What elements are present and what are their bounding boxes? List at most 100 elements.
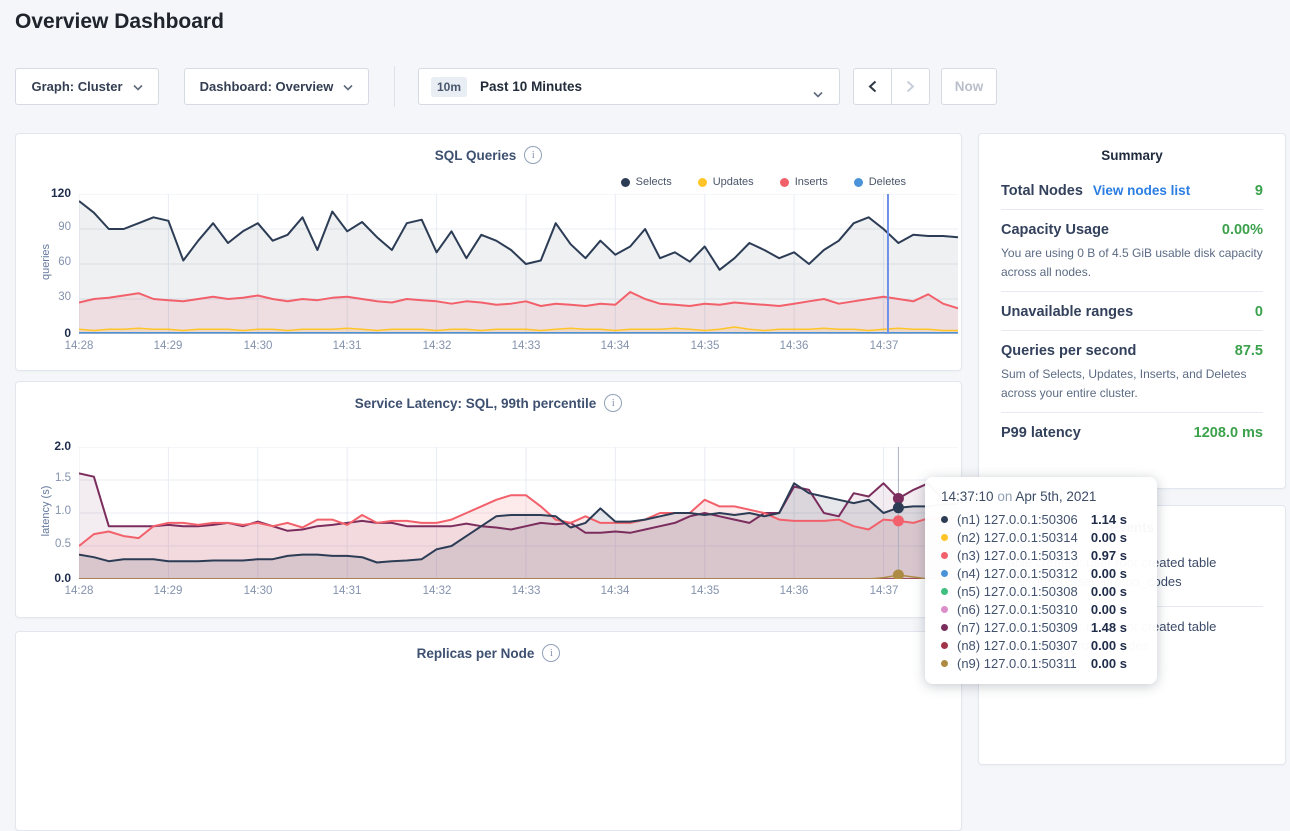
tooltip-node-label: (n5) 127.0.0.1:50308 bbox=[957, 584, 1078, 599]
replicas-chart-card: Replicas per Node i bbox=[15, 631, 962, 831]
chevron-down-icon bbox=[133, 78, 143, 96]
x-tick-label: 14:36 bbox=[770, 585, 818, 597]
summary-row-value: 0 bbox=[1255, 304, 1263, 320]
info-icon[interactable]: i bbox=[542, 644, 560, 662]
range-badge: 10m bbox=[431, 77, 467, 97]
y-tick-label: 2.0 bbox=[16, 439, 71, 453]
latency-plot-region: 0.0 0.5 1.0 1.5 2.0 14:28 14:29 14:30 14:31 14:32… bbox=[16, 382, 961, 617]
tooltip-node-label: (n6) 127.0.0.1:50310 bbox=[957, 602, 1078, 617]
tooltip-row: (n2) 127.0.0.1:503140.00 s bbox=[941, 528, 1157, 546]
sql-queries-chart-card: SQL Queries i SelectsUpdatesInsertsDelet… bbox=[15, 133, 962, 371]
tooltip-rows: (n1) 127.0.0.1:50306 1.14 s(n2) 127.0.0.1… bbox=[941, 510, 1157, 672]
x-tick-label: 14:35 bbox=[681, 340, 729, 352]
latency-chart-card: Service Latency: SQL, 99th percentile i … bbox=[15, 381, 962, 618]
tooltip-node-label: (n9) 127.0.0.1:50311 bbox=[957, 656, 1077, 671]
tooltip-node-value: 0.00 s bbox=[1091, 530, 1157, 545]
chevron-down-icon bbox=[343, 78, 353, 96]
y-tick-label: 1.0 bbox=[16, 505, 71, 517]
divider bbox=[394, 66, 395, 107]
tooltip-node-label: (n7) 127.0.0.1:50309 bbox=[957, 620, 1078, 635]
x-tick-label: 14:36 bbox=[770, 340, 818, 352]
dashboard-dropdown[interactable]: Dashboard: Overview bbox=[184, 68, 369, 105]
now-button[interactable]: Now bbox=[941, 68, 997, 105]
x-tick-label: 14:31 bbox=[323, 340, 371, 352]
summary-row-value: 87.5 bbox=[1235, 343, 1263, 359]
chevron-down-icon bbox=[813, 85, 823, 103]
x-tick-label: 14:34 bbox=[591, 340, 639, 352]
tooltip-node-value: 0.97 s bbox=[1091, 548, 1157, 563]
tooltip-node-value: 0.00 s bbox=[1091, 638, 1157, 653]
tooltip-node-label: (n3) 127.0.0.1:50313 bbox=[957, 548, 1078, 563]
series-dot-icon bbox=[941, 552, 948, 559]
tooltip-node-value: 0.00 s bbox=[1091, 566, 1157, 581]
series-dot-icon bbox=[941, 606, 948, 613]
x-tick-label: 14:31 bbox=[323, 585, 371, 597]
summary-row: Queries per second 87.5 bbox=[1001, 331, 1263, 369]
summary-row: Total Nodes View nodes list 9 bbox=[1001, 171, 1263, 209]
summary-row-title: Total Nodes bbox=[1001, 183, 1083, 199]
tooltip-row: (n6) 127.0.0.1:50310 0.00 s bbox=[941, 600, 1157, 618]
tooltip-row: (n7) 127.0.0.1:50309 1.48 s bbox=[941, 618, 1157, 636]
tooltip-row: (n5) 127.0.0.1:50308 0.00 s bbox=[941, 582, 1157, 600]
tooltip-node-value: 1.48 s bbox=[1091, 620, 1157, 635]
y-tick-label: 0 bbox=[16, 326, 71, 340]
y-tick-label: 60 bbox=[16, 256, 71, 268]
view-nodes-link[interactable]: View nodes list bbox=[1093, 183, 1190, 198]
series-dot-icon bbox=[941, 534, 948, 541]
prev-range-button[interactable] bbox=[854, 69, 891, 104]
summary-heading: Summary bbox=[979, 134, 1285, 171]
x-tick-label: 14:29 bbox=[144, 585, 192, 597]
series-dot-icon bbox=[941, 570, 948, 577]
page-title: Overview Dashboard bbox=[15, 10, 224, 34]
graph-dropdown[interactable]: Graph: Cluster bbox=[15, 68, 159, 105]
summary-row-value: 9 bbox=[1255, 183, 1263, 199]
summary-panel: Summary Total Nodes View nodes list 9 Capac… bbox=[978, 133, 1286, 489]
tooltip-node-value: 1.14 s bbox=[1091, 512, 1157, 527]
summary-row-description: You are using 0 B of 4.5 GiB usable disk… bbox=[1001, 244, 1263, 281]
plot-area[interactable] bbox=[79, 194, 958, 334]
tooltip-row: (n3) 127.0.0.1:50313 0.97 s bbox=[941, 546, 1157, 564]
tooltip-row: (n4) 127.0.0.1:503120.00 s bbox=[941, 564, 1157, 582]
tooltip-on: on bbox=[997, 489, 1012, 504]
y-tick-label: 0.5 bbox=[16, 538, 71, 550]
summary-items: Total Nodes View nodes list 9 Capacity Usag… bbox=[979, 171, 1285, 451]
summary-row-title: P99 latency bbox=[1001, 425, 1081, 441]
series-dot-icon bbox=[941, 516, 948, 523]
next-range-button[interactable] bbox=[891, 69, 929, 104]
summary-row: Unavailable ranges 0 bbox=[1001, 292, 1263, 330]
tooltip-row: (n1) 127.0.0.1:50306 1.14 s bbox=[941, 510, 1157, 528]
x-tick-label: 14:30 bbox=[234, 585, 282, 597]
x-tick-label: 14:37 bbox=[860, 340, 908, 352]
time-range-dropdown[interactable]: 10m Past 10 Minutes bbox=[418, 68, 840, 105]
tooltip-row: (n9) 127.0.0.1:50311 0.00 s bbox=[941, 654, 1157, 672]
x-tick-label: 14:32 bbox=[413, 340, 461, 352]
hover-point-n1-127-0-0-1-50306 bbox=[893, 502, 904, 513]
x-tick-label: 14:28 bbox=[55, 585, 103, 597]
plot-area[interactable] bbox=[79, 447, 958, 579]
x-tick-label: 14:37 bbox=[860, 585, 908, 597]
sql-plot-region: 030609012014:2814:2914:3014:3114:3214:33… bbox=[16, 134, 961, 370]
y-tick-label: 0.0 bbox=[16, 571, 71, 585]
summary-row-title: Unavailable ranges bbox=[1001, 304, 1133, 320]
hover-point-n3-127-0-0-1-50313 bbox=[893, 515, 904, 526]
x-tick-label: 14:33 bbox=[502, 585, 550, 597]
y-tick-label: 30 bbox=[16, 291, 71, 303]
summary-row-title: Queries per second bbox=[1001, 343, 1136, 359]
series-dot-icon bbox=[941, 588, 948, 595]
summary-row: P99 latency 1208.0 ms bbox=[1001, 413, 1263, 451]
x-tick-label: 14:29 bbox=[144, 340, 192, 352]
summary-row: Capacity Usage0.00% bbox=[1001, 210, 1263, 248]
series-dot-icon bbox=[941, 660, 948, 667]
series-dot-icon bbox=[941, 624, 948, 631]
y-tick-label: 1.5 bbox=[16, 472, 71, 484]
summary-row-value: 1208.0 ms bbox=[1194, 425, 1263, 441]
x-tick-label: 14:32 bbox=[413, 585, 461, 597]
tooltip-node-label: (n1) 127.0.0.1:50306 bbox=[957, 512, 1078, 527]
tooltip-date: Apr 5th, 2021 bbox=[1015, 489, 1096, 504]
tooltip-time: 14:37:10 bbox=[941, 489, 994, 504]
tooltip-node-value: 0.00 s bbox=[1091, 656, 1157, 671]
time-nav-group bbox=[853, 68, 930, 105]
tooltip-node-value: 0.00 s bbox=[1091, 602, 1157, 617]
tooltip-node-value: 0.00 s bbox=[1091, 584, 1157, 599]
summary-row-title: Capacity Usage bbox=[1001, 222, 1109, 238]
